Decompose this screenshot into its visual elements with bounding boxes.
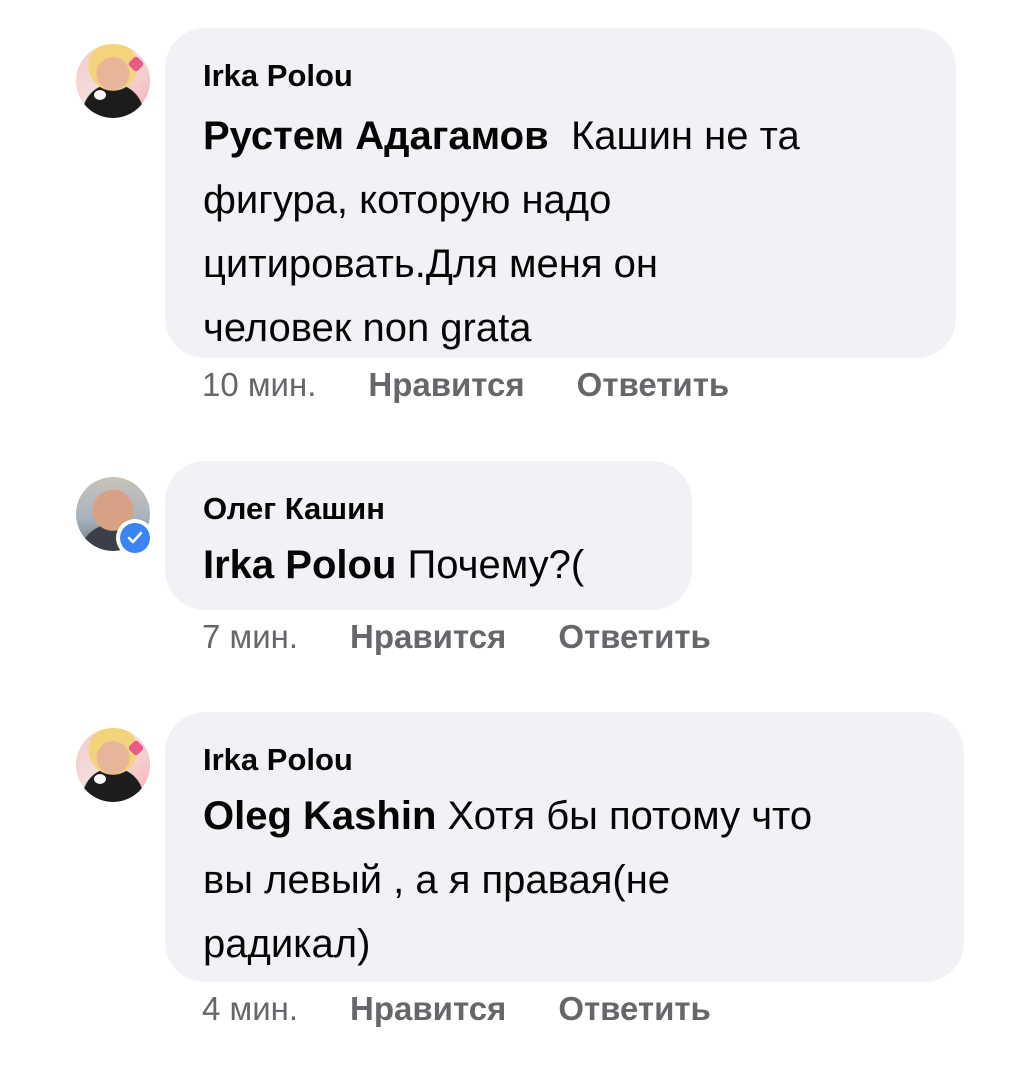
heart-decoration <box>127 55 145 73</box>
flower-decoration <box>94 774 106 784</box>
comment-bubble: Irka Polou Oleg Kashin Хотя бы потому чт… <box>165 712 964 982</box>
avatar-irka-polou[interactable] <box>76 44 150 118</box>
comment-meta: 10 мин. Нравится Ответить <box>202 366 781 404</box>
comment-author[interactable]: Irka Polou <box>203 56 918 96</box>
comment-timestamp[interactable]: 7 мин. <box>202 618 298 656</box>
like-button[interactable]: Нравится <box>350 618 506 656</box>
comment-bubble: Irka Polou Рустем Адагамов Кашин не та ф… <box>165 28 956 358</box>
comment-author[interactable]: Олег Кашин <box>203 489 654 529</box>
mention-link[interactable]: Irka Polou <box>203 543 396 587</box>
avatar-irka-polou[interactable] <box>76 728 150 802</box>
checkmark-icon <box>127 531 143 544</box>
comment-text-line: цитировать.Для меня он <box>203 242 658 286</box>
comment-author[interactable]: Irka Polou <box>203 740 926 780</box>
like-button[interactable]: Нравится <box>368 366 524 404</box>
comment-text: Oleg Kashin Хотя бы потому что вы левый … <box>203 784 926 976</box>
comment-bubble: Олег Кашин Irka Polou Почему?( <box>165 461 692 610</box>
flower-decoration <box>94 90 106 100</box>
reply-button[interactable]: Ответить <box>558 990 711 1028</box>
comment-timestamp[interactable]: 10 мин. <box>202 366 316 404</box>
verified-check-icon <box>120 523 150 553</box>
comment-text-line: Почему?( <box>407 543 585 587</box>
comment-timestamp[interactable]: 4 мин. <box>202 990 298 1028</box>
comment-text-line: Кашин не та <box>570 114 800 158</box>
comment-text-line: радикал) <box>203 922 371 966</box>
reply-button[interactable]: Ответить <box>577 366 730 404</box>
mention-link[interactable]: Oleg Kashin <box>203 794 436 838</box>
heart-decoration <box>127 739 145 757</box>
comment-meta: 7 мин. Нравится Ответить <box>202 618 763 656</box>
like-button[interactable]: Нравится <box>350 990 506 1028</box>
verified-badge <box>116 519 154 557</box>
comment-meta: 4 мин. Нравится Ответить <box>202 990 763 1028</box>
comment-text-line: человек non grata <box>203 306 532 350</box>
comment-text: Рустем Адагамов Кашин не та фигура, кото… <box>203 104 918 360</box>
mention-link[interactable]: Рустем Адагамов <box>203 114 549 158</box>
comment-text-line: вы левый , а я правая(не <box>203 858 671 902</box>
comment-text-line: фигура, которую надо <box>203 178 612 222</box>
comment-text-line: Хотя бы потому что <box>447 794 813 838</box>
comment-text: Irka Polou Почему?( <box>203 533 654 597</box>
reply-button[interactable]: Ответить <box>558 618 711 656</box>
